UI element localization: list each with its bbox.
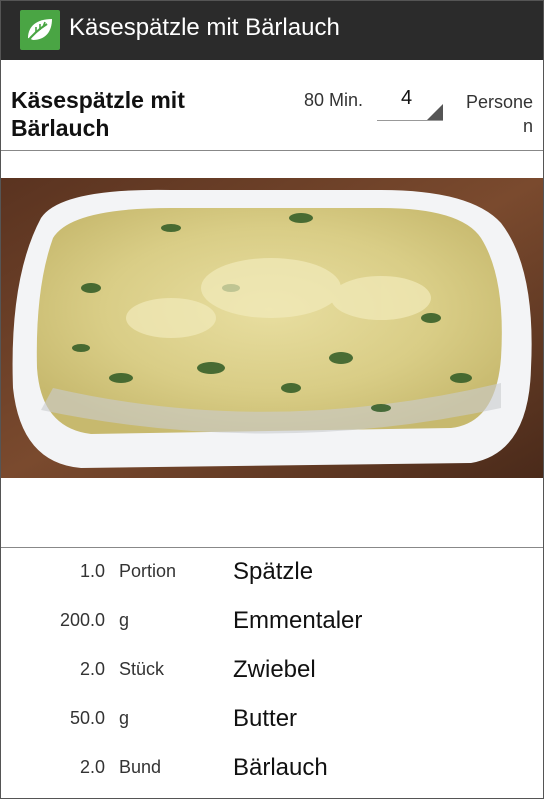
ingredient-unit: Stück [119, 659, 165, 679]
ingredient-row: 2.0 Stück Zwiebel [1, 646, 543, 695]
ingredient-row: 1.0 Portion Spätzle [1, 548, 543, 597]
ingredient-row: 200.0 g Emmentaler [1, 597, 543, 646]
leaf-logo-icon[interactable] [20, 10, 60, 50]
ingredient-name: Bärlauch [233, 754, 328, 781]
servings-spinner[interactable]: 4 [377, 84, 443, 121]
persons-label: Personen [465, 92, 533, 136]
ingredient-unit: g [119, 610, 130, 630]
recipe-header: Käsespätzle mit Bärlauch 80 Min. 4 Perso… [1, 60, 543, 150]
spinner-arrow-icon [427, 104, 443, 120]
ingredient-quantity: 50.0 [69, 708, 105, 728]
ingredient-quantity: 1.0 [79, 561, 105, 581]
ingredient-name: Zwiebel [233, 656, 316, 683]
ingredient-name: Emmentaler [233, 607, 363, 634]
ingredient-name: Spätzle [233, 558, 314, 585]
ingredient-row: 50.0 g Butter [1, 695, 543, 744]
ingredient-quantity: 2.0 [79, 659, 105, 679]
ingredient-unit: g [119, 708, 130, 728]
ingredient-name: Butter [233, 705, 298, 732]
app-title: Käsespätzle mit Bärlauch [69, 14, 340, 41]
ingredient-row: 2.0 Bund Bärlauch [1, 744, 543, 793]
ingredient-quantity: 200.0 [59, 610, 105, 630]
ingredient-quantity: 2.0 [79, 757, 105, 777]
action-bar: Käsespätzle mit Bärlauch [1, 1, 543, 60]
recipe-photo [1, 178, 543, 478]
ingredient-unit: Portion [119, 561, 177, 581]
recipe-title: Käsespätzle mit Bärlauch [11, 87, 185, 141]
servings-value: 4 [401, 87, 413, 109]
ingredient-list: 1.0 Portion Spätzle 200.0 g Emmentaler 2… [1, 548, 543, 793]
header-divider [1, 150, 543, 151]
duration-label: 80 Min. [304, 90, 364, 110]
ingredient-unit: Bund [119, 757, 162, 777]
